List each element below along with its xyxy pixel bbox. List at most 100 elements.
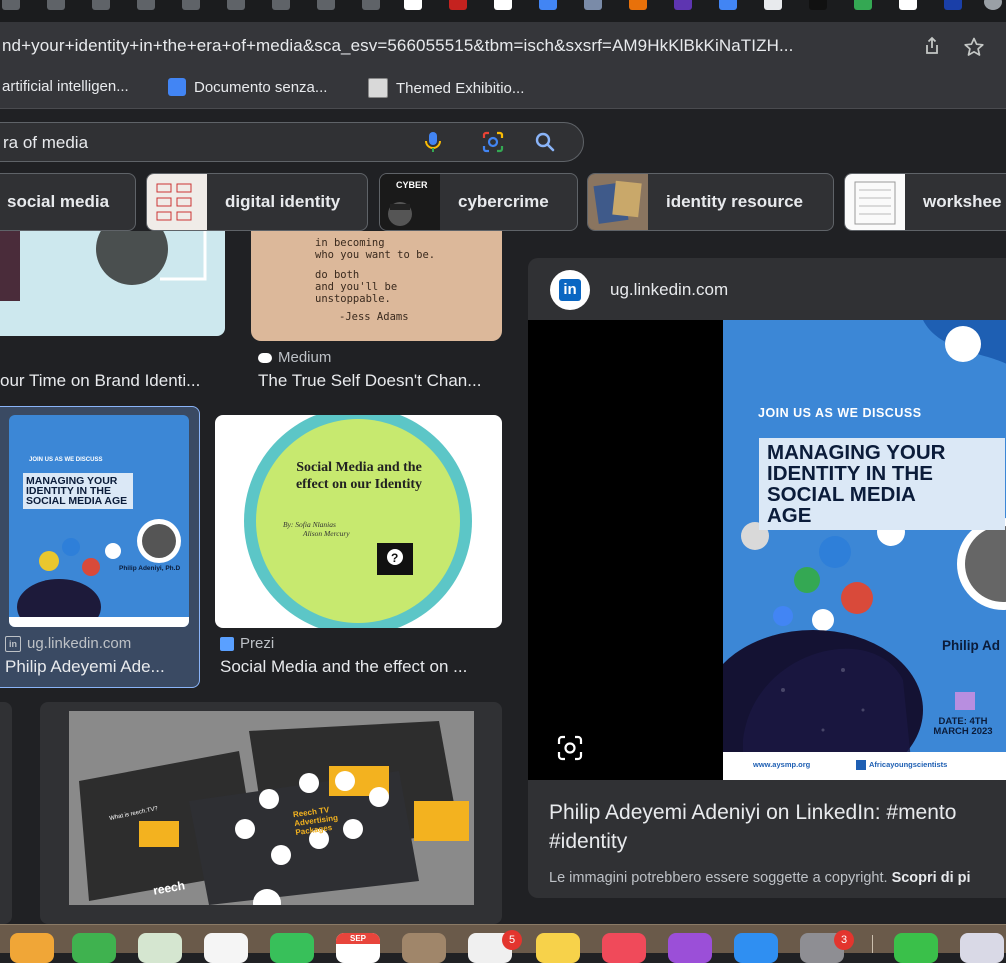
tab-favicon[interactable] bbox=[539, 0, 557, 10]
tab-favicon[interactable] bbox=[809, 0, 827, 10]
result-image-quote[interactable]: in becoming who you want to be. do both … bbox=[251, 231, 502, 341]
browser-toolbar: nd+your+identity+in+the+era+of+media&sca… bbox=[0, 22, 1006, 70]
result-title[interactable]: Philip Adeyemi Ade... bbox=[5, 657, 191, 677]
maps-icon[interactable] bbox=[138, 933, 182, 963]
poster-date: DATE: 4TH MARCH 2023 bbox=[933, 716, 993, 737]
result-source[interactable]: Medium bbox=[258, 349, 331, 366]
result-image: JOIN US AS WE DISCUSS MANAGING YOUR IDEN… bbox=[9, 415, 189, 627]
google-docs-icon bbox=[168, 78, 186, 96]
chip-worksheet[interactable]: workshee bbox=[844, 173, 1006, 231]
result-card-selected[interactable]: JOIN US AS WE DISCUSS MANAGING YOUR IDEN… bbox=[0, 406, 200, 688]
podcasts-icon[interactable] bbox=[668, 933, 712, 963]
notes-icon[interactable] bbox=[536, 933, 580, 963]
learn-more-link[interactable]: Scopri di pi bbox=[892, 870, 971, 886]
url-text[interactable]: nd+your+identity+in+the+era+of+media&sca… bbox=[2, 36, 793, 56]
result-image-reech: Reech TV Advertising Packages What is re… bbox=[69, 711, 474, 905]
bookmark-themed-exhibition[interactable]: Themed Exhibitio... bbox=[368, 78, 524, 98]
bookmark-label: Documento senza... bbox=[194, 78, 328, 96]
poster-headline-line: AGE bbox=[767, 504, 812, 527]
panel-title-line: #identity bbox=[549, 830, 628, 853]
tab-favicon[interactable] bbox=[764, 0, 782, 10]
tab-favicon[interactable] bbox=[494, 0, 512, 10]
tab-strip bbox=[0, 0, 1006, 22]
bookmark-ai[interactable]: artificial intelligen... bbox=[2, 78, 129, 95]
tab-favicon[interactable] bbox=[629, 0, 647, 10]
result-card[interactable] bbox=[0, 702, 12, 924]
bookmark-documento[interactable]: Documento senza... bbox=[168, 78, 327, 96]
tab-favicon[interactable] bbox=[854, 0, 872, 10]
app-store-icon[interactable] bbox=[734, 933, 778, 963]
chip-label: identity resource bbox=[666, 192, 803, 211]
history-icon[interactable] bbox=[984, 0, 1002, 10]
tab-favicon[interactable] bbox=[449, 0, 467, 10]
tab-favicon[interactable] bbox=[227, 0, 245, 10]
copyright-text: Le immagini potrebbero essere soggette a… bbox=[549, 870, 888, 886]
source-label: Medium bbox=[278, 349, 332, 366]
dock-divider bbox=[872, 935, 873, 953]
poster-headline-line: IDENTITY IN THE bbox=[767, 462, 933, 485]
panel-source[interactable]: ug.linkedin.com bbox=[610, 280, 728, 300]
tab-favicon[interactable] bbox=[272, 0, 290, 10]
prezi-image-title: Social Media and the effect on our Ident… bbox=[295, 460, 423, 492]
result-image[interactable] bbox=[0, 231, 225, 336]
result-source[interactable]: Prezi bbox=[220, 635, 274, 652]
tab-favicon[interactable] bbox=[2, 0, 20, 10]
chip-label: workshee bbox=[923, 192, 1002, 211]
poster-join-small: JOIN US AS WE DISCUSS bbox=[29, 457, 103, 463]
source-label: ug.linkedin.com bbox=[27, 635, 132, 652]
bookmarks-bar: artificial intelligen... Documento senza… bbox=[0, 70, 1006, 109]
address-bar[interactable]: nd+your+identity+in+the+era+of+media&sca… bbox=[0, 26, 1006, 66]
facetime-icon[interactable] bbox=[270, 933, 314, 963]
result-title[interactable]: our Time on Brand Identi... bbox=[0, 371, 225, 391]
star-icon[interactable] bbox=[963, 36, 985, 58]
chip-social-media[interactable]: social media bbox=[0, 173, 136, 231]
poster-footer-facebook: Africayoungscientists bbox=[869, 760, 948, 769]
microphone-icon[interactable] bbox=[420, 129, 446, 155]
calendar-month: SEP bbox=[336, 933, 380, 944]
result-title[interactable]: Social Media and the effect on ... bbox=[220, 657, 502, 677]
tab-favicon[interactable] bbox=[719, 0, 737, 10]
result-image-prezi[interactable]: ? Social Media and the effect on our Ide… bbox=[215, 415, 502, 628]
tab-favicon[interactable] bbox=[404, 0, 422, 10]
quote-line: in becoming bbox=[315, 237, 385, 249]
panel-poster-image[interactable]: JOIN US AS WE DISCUSS MANAGING YOUR IDEN… bbox=[723, 320, 1006, 780]
pages-icon[interactable] bbox=[10, 933, 54, 963]
result-card[interactable]: Reech TV Advertising Packages What is re… bbox=[40, 702, 502, 924]
tab-favicon[interactable] bbox=[137, 0, 155, 10]
poster-footer-website: www.aysmp.org bbox=[753, 760, 811, 769]
search-input[interactable]: ra of media bbox=[3, 133, 88, 153]
macos-dock: SEP 5 3 bbox=[0, 924, 1006, 963]
bookmark-label: artificial intelligen... bbox=[2, 78, 129, 95]
chip-cybercrime[interactable]: CYBER cybercrime bbox=[379, 173, 578, 231]
tab-favicon[interactable] bbox=[899, 0, 917, 10]
tab-favicon[interactable] bbox=[674, 0, 692, 10]
whatsapp-icon[interactable] bbox=[894, 933, 938, 963]
google-lens-icon[interactable] bbox=[556, 734, 584, 762]
chip-label: social media bbox=[7, 192, 110, 211]
music-icon[interactable] bbox=[602, 933, 646, 963]
poster-headline-line: SOCIAL MEDIA bbox=[767, 483, 916, 506]
tab-favicon[interactable] bbox=[362, 0, 380, 10]
tab-favicon[interactable] bbox=[584, 0, 602, 10]
chip-digital-identity[interactable]: digital identity bbox=[146, 173, 368, 231]
photos-icon[interactable] bbox=[204, 933, 248, 963]
google-lens-icon[interactable] bbox=[480, 129, 506, 155]
panel-title[interactable]: Philip Adeyemi Adeniyi on LinkedIn: #men… bbox=[549, 798, 956, 856]
contacts-icon[interactable] bbox=[402, 933, 446, 963]
tab-favicon[interactable] bbox=[47, 0, 65, 10]
result-title[interactable]: The True Self Doesn't Chan... bbox=[258, 371, 502, 391]
numbers-icon[interactable] bbox=[72, 933, 116, 963]
panel-title-line: Philip Adeyemi Adeniyi on LinkedIn: #men… bbox=[549, 801, 957, 824]
preview-icon[interactable] bbox=[960, 933, 1004, 963]
medium-icon bbox=[258, 352, 272, 363]
chip-thumbnail bbox=[147, 174, 207, 230]
tab-favicon[interactable] bbox=[317, 0, 335, 10]
tab-favicon[interactable] bbox=[182, 0, 200, 10]
search-icon[interactable] bbox=[532, 129, 558, 155]
calendar-icon[interactable]: SEP bbox=[336, 933, 380, 963]
share-icon[interactable] bbox=[921, 36, 943, 58]
tab-favicon[interactable] bbox=[92, 0, 110, 10]
tab-favicon[interactable] bbox=[944, 0, 962, 10]
chip-identity-resource[interactable]: identity resource bbox=[587, 173, 834, 231]
search-box[interactable]: ra of media bbox=[0, 122, 584, 162]
